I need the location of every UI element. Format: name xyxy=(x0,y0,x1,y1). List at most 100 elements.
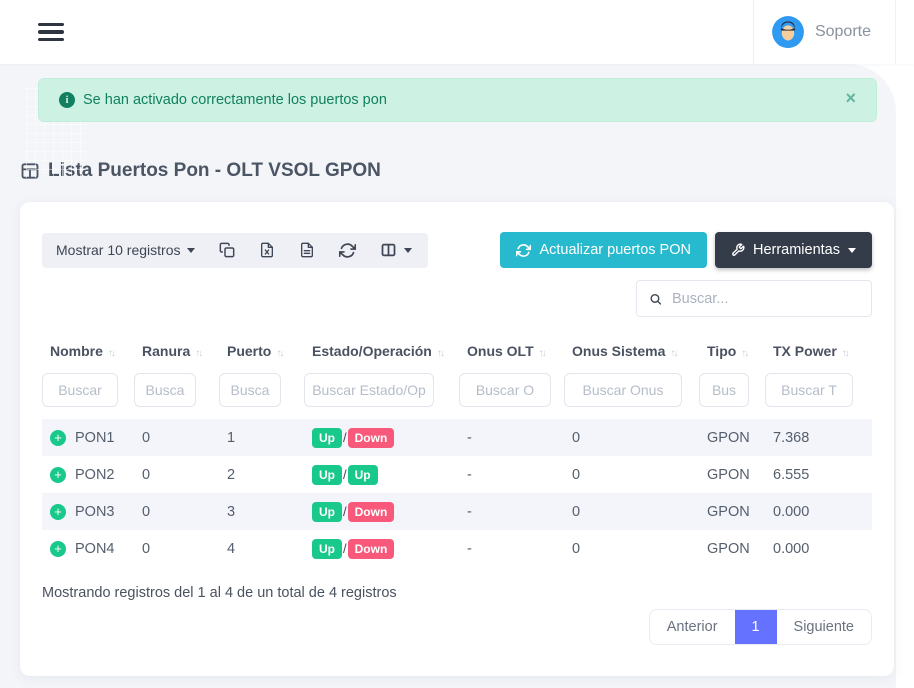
excel-export-button[interactable] xyxy=(259,242,275,258)
table-row: +PON4 0 4 Up/Down - 0 GPON 0.000 xyxy=(42,530,872,567)
sort-icon: ↑↓ xyxy=(670,348,676,359)
cell-onus-sistema: 0 xyxy=(564,419,699,456)
cell-ranura: 0 xyxy=(134,493,219,530)
status-badge: Up xyxy=(312,428,342,448)
refresh-icon xyxy=(516,243,531,258)
column-header-onus-sistema[interactable]: Onus Sistema↑↓ xyxy=(564,335,699,369)
cell-tx-power: 7.368 xyxy=(765,419,872,456)
search-box xyxy=(636,280,872,317)
cell-onus-sistema: 0 xyxy=(564,493,699,530)
user-name: Soporte xyxy=(815,23,871,41)
expand-row-icon[interactable]: + xyxy=(50,467,66,483)
pagination: Anterior 1 Siguiente xyxy=(649,609,872,645)
table-filter-row xyxy=(42,369,872,419)
cell-puerto: 4 xyxy=(219,530,304,567)
column-header-nombre[interactable]: Nombre↑↓ xyxy=(42,335,134,369)
cell-onus-olt: - xyxy=(459,530,564,567)
pon-ports-table: Nombre↑↓ Ranura↑↓ Puerto↑↓ Estado/Operac… xyxy=(42,335,872,567)
column-header-puerto[interactable]: Puerto↑↓ xyxy=(219,335,304,369)
column-visibility-button[interactable] xyxy=(380,242,412,258)
table-row: +PON2 0 2 Up/Up - 0 GPON 6.555 xyxy=(42,456,872,493)
tools-dropdown-button[interactable]: Herramientas xyxy=(715,232,872,268)
column-header-ranura[interactable]: Ranura↑↓ xyxy=(134,335,219,369)
pagination-page-1[interactable]: 1 xyxy=(735,610,777,644)
cell-tipo: GPON xyxy=(699,530,765,567)
datatable-controls: Mostrar 10 registros xyxy=(42,233,428,268)
update-pon-ports-button[interactable]: Actualizar puertos PON xyxy=(500,232,707,268)
filter-input-tx-power[interactable] xyxy=(765,373,853,407)
table-card: Mostrar 10 registros xyxy=(20,202,894,676)
filter-input-onus-olt[interactable] xyxy=(459,373,551,407)
status-badge: Up xyxy=(312,539,342,559)
success-alert: i Se han activado correctamente los puer… xyxy=(38,78,877,122)
cell-ranura: 0 xyxy=(134,530,219,567)
file-export-button[interactable] xyxy=(299,242,315,258)
cell-tx-power: 6.555 xyxy=(765,456,872,493)
filter-input-puerto[interactable] xyxy=(219,373,281,407)
cell-puerto: 1 xyxy=(219,419,304,456)
action-buttons: Actualizar puertos PON Herramientas xyxy=(500,232,872,268)
filter-input-ranura[interactable] xyxy=(134,373,196,407)
chevron-down-icon xyxy=(187,248,195,253)
page-title: Lista Puertos Pon - OLT VSOL GPON xyxy=(20,160,896,182)
cell-nombre: PON3 xyxy=(75,504,115,520)
cell-tx-power: 0.000 xyxy=(765,493,872,530)
user-menu[interactable]: Soporte xyxy=(753,0,896,64)
reload-icon[interactable] xyxy=(339,242,356,259)
copy-button[interactable] xyxy=(219,242,235,258)
column-header-tipo[interactable]: Tipo↑↓ xyxy=(699,335,765,369)
cell-onus-olt: - xyxy=(459,493,564,530)
records-summary: Mostrando registros del 1 al 4 de un tot… xyxy=(42,585,872,601)
expand-row-icon[interactable]: + xyxy=(50,541,66,557)
cell-nombre: PON4 xyxy=(75,541,115,557)
column-header-tx-power[interactable]: TX Power↑↓ xyxy=(765,335,872,369)
cell-puerto: 2 xyxy=(219,456,304,493)
filter-input-tipo[interactable] xyxy=(699,373,749,407)
chevron-down-icon xyxy=(848,248,856,253)
table-row: +PON3 0 3 Up/Down - 0 GPON 0.000 xyxy=(42,493,872,530)
operation-badge: Down xyxy=(348,539,395,559)
column-header-onus-olt[interactable]: Onus OLT↑↓ xyxy=(459,335,564,369)
operation-badge: Up xyxy=(348,465,378,485)
operation-badge: Down xyxy=(348,502,395,522)
table-row: +PON1 0 1 Up/Down - 0 GPON 7.368 xyxy=(42,419,872,456)
wrench-icon xyxy=(731,243,745,257)
filter-input-nombre[interactable] xyxy=(42,373,118,407)
expand-row-icon[interactable]: + xyxy=(50,504,66,520)
table-toolbar: Mostrar 10 registros xyxy=(42,232,872,268)
pagination-next[interactable]: Siguiente xyxy=(777,610,871,644)
info-icon: i xyxy=(59,92,75,108)
cell-onus-olt: - xyxy=(459,419,564,456)
sort-icon: ↑↓ xyxy=(195,348,201,359)
operation-badge: Down xyxy=(348,428,395,448)
status-badge: Up xyxy=(312,465,342,485)
filter-input-onus-sistema[interactable] xyxy=(564,373,682,407)
cell-tipo: GPON xyxy=(699,419,765,456)
page-length-select[interactable]: Mostrar 10 registros xyxy=(56,242,195,258)
chevron-down-icon xyxy=(404,248,412,253)
cell-tipo: GPON xyxy=(699,456,765,493)
sort-icon: ↑↓ xyxy=(842,348,848,359)
cell-nombre: PON1 xyxy=(75,430,115,446)
search-icon xyxy=(649,291,662,307)
sort-icon: ↑↓ xyxy=(539,348,545,359)
sort-icon: ↑↓ xyxy=(108,348,114,359)
cell-nombre: PON2 xyxy=(75,467,115,483)
cell-onus-sistema: 0 xyxy=(564,456,699,493)
close-icon[interactable]: × xyxy=(845,89,856,107)
page-content: i Se han activado correctamente los puer… xyxy=(0,64,896,688)
filter-input-estado[interactable] xyxy=(304,373,434,407)
status-badge: Up xyxy=(312,502,342,522)
cell-ranura: 0 xyxy=(134,456,219,493)
table-header-row: Nombre↑↓ Ranura↑↓ Puerto↑↓ Estado/Operac… xyxy=(42,335,872,369)
pagination-previous[interactable]: Anterior xyxy=(650,610,735,644)
page-title-text: Lista Puertos Pon - OLT VSOL GPON xyxy=(48,160,381,182)
expand-row-icon[interactable]: + xyxy=(50,430,66,446)
search-input[interactable] xyxy=(672,291,859,307)
alert-message: Se han activado correctamente los puerto… xyxy=(83,92,387,108)
cell-ranura: 0 xyxy=(134,419,219,456)
menu-toggle-icon[interactable] xyxy=(38,19,64,46)
column-header-estado[interactable]: Estado/Operación↑↓ xyxy=(304,335,459,369)
cell-puerto: 3 xyxy=(219,493,304,530)
cell-onus-sistema: 0 xyxy=(564,530,699,567)
